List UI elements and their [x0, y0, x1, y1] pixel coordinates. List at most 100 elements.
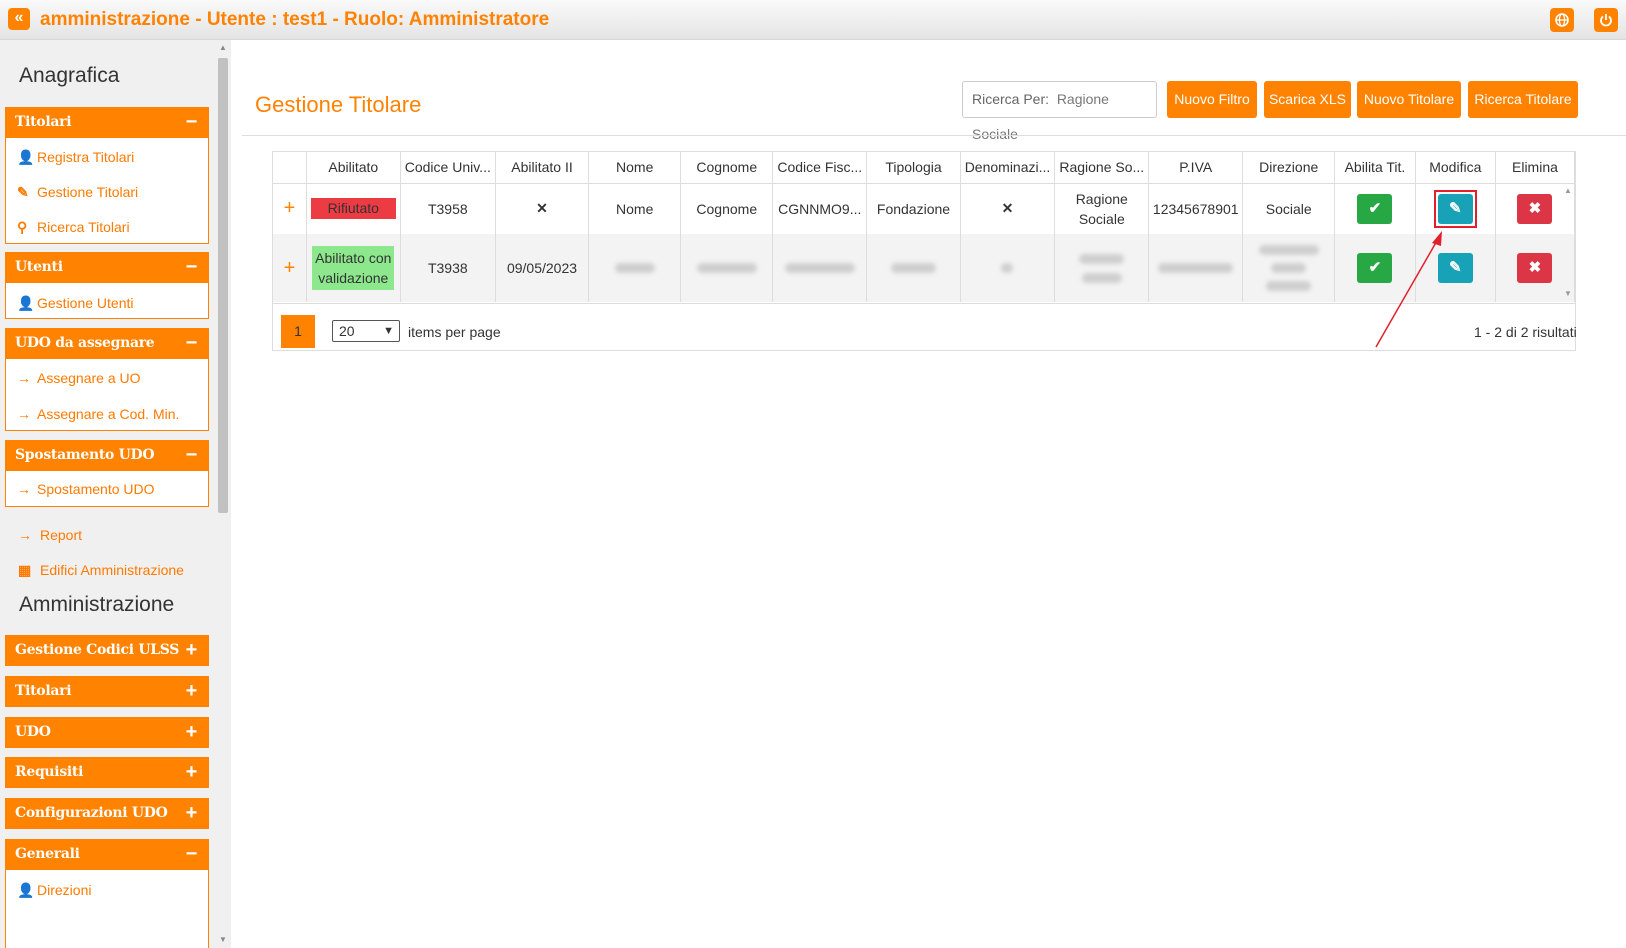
- panel-utenti[interactable]: Utenti −: [5, 252, 209, 283]
- page-size-value: 20: [339, 323, 355, 339]
- text-line: Abilitato con: [315, 250, 392, 266]
- page-title: Gestione Titolare: [255, 92, 422, 117]
- cell-piva-redacted: [1148, 234, 1244, 302]
- redacted-text: [1271, 263, 1307, 273]
- panel-spostamento-udo[interactable]: Spostamento UDO −: [5, 440, 209, 471]
- globe-icon[interactable]: [1550, 8, 1574, 32]
- cell-tipologia: Fondazione: [866, 183, 961, 234]
- user-edit-icon: 👤: [17, 882, 35, 898]
- col-header[interactable]: Tipologia: [866, 152, 961, 184]
- cell-denominazione: ✕: [960, 183, 1056, 234]
- cell-codice: T3958: [400, 183, 496, 234]
- grid-scrollbar[interactable]: ▲ ▼: [1560, 183, 1575, 304]
- col-header[interactable]: Nome: [588, 152, 682, 184]
- col-header[interactable]: Cognome: [680, 152, 774, 184]
- expand-row-icon[interactable]: +: [284, 197, 296, 219]
- sidebar-item-ricerca-titolari[interactable]: ⚲ Ricerca Titolari: [17, 219, 130, 236]
- sidebar-item-gestione-utenti[interactable]: 👤 Gestione Utenti: [17, 295, 134, 312]
- ricerca-titolare-button[interactable]: Ricerca Titolare: [1468, 81, 1578, 118]
- section-title-anagrafica: Anagrafica: [19, 64, 120, 87]
- cell-direzione-redacted: [1242, 234, 1336, 302]
- cell-cognome-redacted: [680, 234, 774, 302]
- collapse-icon: −: [185, 256, 198, 278]
- table-header: Abilitato Codice Univ... Abilitato II No…: [273, 152, 1576, 184]
- panel-udo[interactable]: UDO +: [5, 717, 209, 748]
- col-header[interactable]: Abilitato: [306, 152, 401, 184]
- collapse-sidebar-button[interactable]: «: [8, 8, 30, 30]
- redacted-text: [1158, 263, 1234, 273]
- panel-requisiti[interactable]: Requisiti +: [5, 757, 209, 788]
- panel-gestione-codici-ulss[interactable]: Gestione Codici ULSS +: [5, 635, 209, 666]
- highlight-box: ✎: [1433, 189, 1477, 228]
- item-label: Registra Titolari: [37, 149, 135, 165]
- panel-generali[interactable]: Generali −: [5, 839, 209, 870]
- item-label: Gestione Utenti: [37, 295, 134, 311]
- col-header[interactable]: Codice Univ...: [400, 152, 496, 184]
- sidebar-scrollbar[interactable]: ▲ ▼: [216, 40, 231, 948]
- search-field[interactable]: Ricerca Per: Ragione Sociale: [962, 81, 1157, 142]
- redacted-text: [1001, 263, 1014, 273]
- scroll-down-icon[interactable]: ▼: [1564, 289, 1572, 298]
- cell-nome: Nome: [588, 183, 682, 234]
- sidebar-item-spostamento-udo[interactable]: → Spostamento UDO: [17, 481, 155, 497]
- redacted-text: [1258, 245, 1319, 255]
- panel-udo-da-assegnare[interactable]: UDO da assegnare −: [5, 328, 209, 359]
- scarica-xls-button[interactable]: Scarica XLS: [1264, 81, 1351, 118]
- sidebar-item-edifici[interactable]: ▦ Edifici Amministrazione: [18, 562, 184, 579]
- sidebar-item-gestione-titolari[interactable]: ✎ Gestione Titolari: [17, 184, 138, 201]
- results-count: 1 - 2 di 2 risultati: [1474, 324, 1577, 340]
- cell-nome-redacted: [588, 234, 682, 302]
- page-size-select[interactable]: 20 ▼: [332, 320, 400, 342]
- modifica-button[interactable]: ✎: [1437, 193, 1473, 224]
- redacted-text: [1079, 253, 1125, 264]
- scroll-down-icon[interactable]: ▼: [219, 935, 227, 944]
- panel-titolari[interactable]: Titolari −: [5, 107, 209, 138]
- expand-row-icon[interactable]: +: [284, 257, 296, 279]
- scrollbar-thumb[interactable]: [218, 58, 228, 513]
- col-header[interactable]: Elimina: [1495, 152, 1576, 184]
- nuovo-titolare-button[interactable]: Nuovo Titolare: [1357, 81, 1461, 118]
- item-label: Spostamento UDO: [37, 481, 155, 497]
- scroll-up-icon[interactable]: ▲: [1564, 186, 1572, 195]
- arrow-right-icon: →: [17, 406, 31, 422]
- col-header[interactable]: Ragione So...: [1054, 152, 1150, 184]
- col-header[interactable]: Modifica: [1415, 152, 1496, 184]
- redacted-text: [696, 263, 757, 273]
- page-number-button[interactable]: 1: [281, 315, 315, 348]
- sidebar-item-registra-titolari[interactable]: 👤 Registra Titolari: [17, 149, 134, 166]
- power-icon[interactable]: [1594, 8, 1618, 32]
- item-label: Report: [40, 527, 83, 543]
- panel-label: Requisiti: [15, 764, 84, 780]
- text-line: validazione: [318, 270, 389, 286]
- panel-label: Configurazioni UDO: [15, 805, 168, 821]
- col-header[interactable]: Abilitato II: [495, 152, 590, 184]
- sidebar-item-assegnare-uo[interactable]: → Assegnare a UO: [17, 370, 141, 386]
- col-header[interactable]: Direzione: [1242, 152, 1336, 184]
- col-header[interactable]: P.IVA: [1148, 152, 1244, 184]
- item-label: Assegnare a UO: [37, 370, 141, 386]
- cell-piva: 12345678901: [1148, 183, 1244, 234]
- expand-icon: +: [185, 721, 198, 743]
- col-header[interactable]: Codice Fisc...: [772, 152, 868, 184]
- cell-tipologia-redacted: [866, 234, 961, 302]
- sidebar-item-direzioni[interactable]: 👤 Direzioni: [17, 882, 91, 899]
- nuovo-filtro-button[interactable]: Nuovo Filtro: [1167, 81, 1257, 118]
- expand-icon: +: [185, 802, 198, 824]
- panel-label: UDO: [15, 724, 51, 740]
- cell-direzione: Sociale: [1242, 183, 1336, 234]
- panel-titolari-admin[interactable]: Titolari +: [5, 676, 209, 707]
- building-icon: ▦: [18, 562, 32, 578]
- item-label: Assegnare a Cod. Min.: [37, 406, 180, 422]
- panel-configurazioni-udo[interactable]: Configurazioni UDO +: [5, 798, 209, 829]
- redacted-text: [890, 263, 936, 273]
- col-header[interactable]: Denominazi...: [960, 152, 1056, 184]
- app-title: amministrazione - Utente : test1 - Ruolo…: [40, 9, 550, 30]
- col-header[interactable]: Abilita Tit.: [1334, 152, 1416, 184]
- collapse-icon: −: [185, 332, 198, 354]
- sidebar-item-report[interactable]: → Report: [18, 527, 82, 543]
- abilita-button[interactable]: ✔: [1357, 193, 1393, 224]
- sidebar-item-assegnare-cod-min[interactable]: → Assegnare a Cod. Min.: [17, 406, 179, 422]
- elimina-button[interactable]: ✖: [1517, 193, 1553, 224]
- scroll-up-icon[interactable]: ▲: [219, 43, 227, 52]
- elimina-button[interactable]: ✖: [1517, 253, 1553, 283]
